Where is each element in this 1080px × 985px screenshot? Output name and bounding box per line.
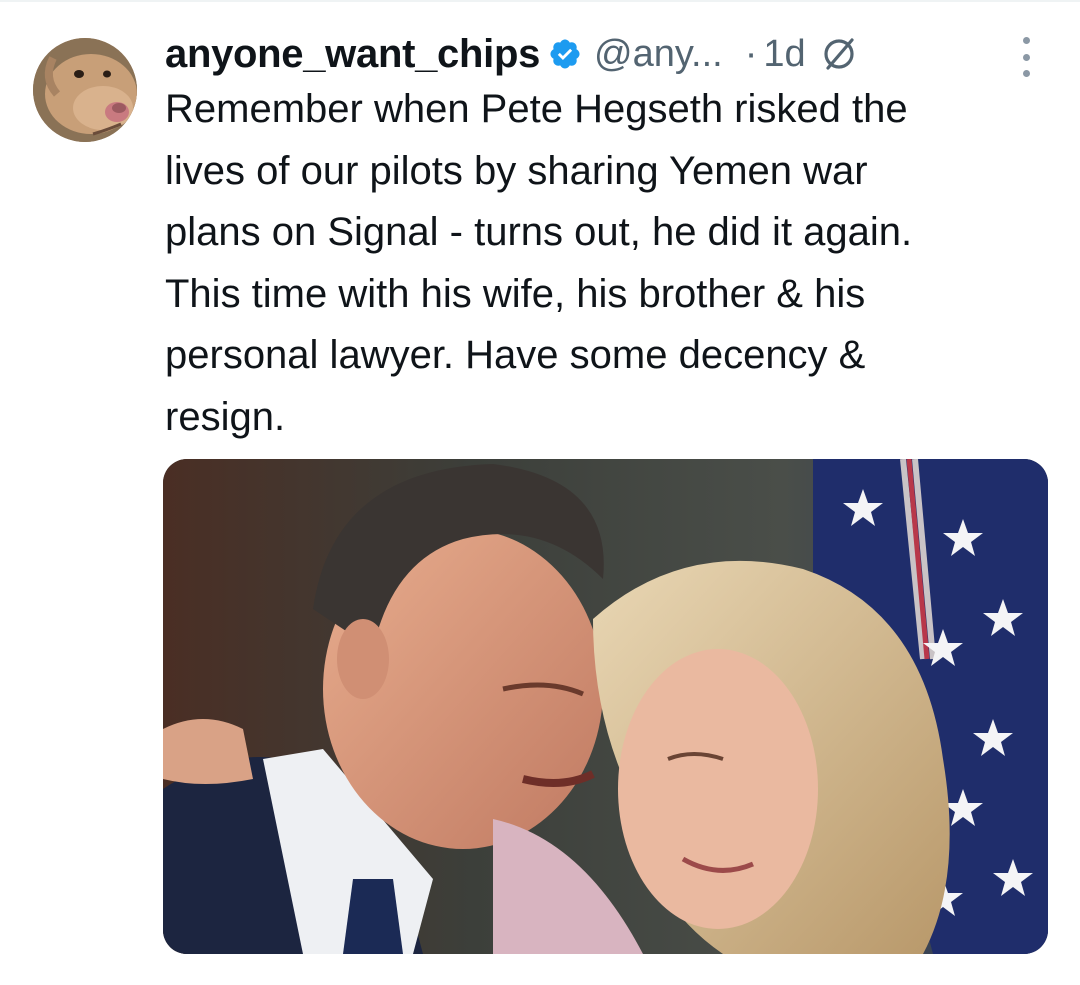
dog-avatar-image (33, 38, 137, 142)
handle[interactable]: @any... (594, 33, 723, 76)
timestamp[interactable]: 1d (763, 33, 805, 76)
verified-badge-icon[interactable] (548, 37, 582, 71)
more-options-icon[interactable] (1017, 37, 1035, 77)
tweet-photo[interactable] (163, 459, 1048, 954)
tweet[interactable]: anyone_want_chips @any... · 1d Remember … (0, 0, 1080, 985)
separator-dot: · (744, 32, 758, 75)
grok-icon[interactable] (820, 35, 858, 73)
avatar[interactable] (33, 38, 137, 142)
photo-image (163, 459, 1048, 954)
tweet-text: Remember when Pete Hegseth risked the li… (165, 87, 913, 439)
tweet-header: anyone_want_chips @any... · 1d (165, 26, 1055, 82)
display-name[interactable]: anyone_want_chips (165, 32, 540, 77)
